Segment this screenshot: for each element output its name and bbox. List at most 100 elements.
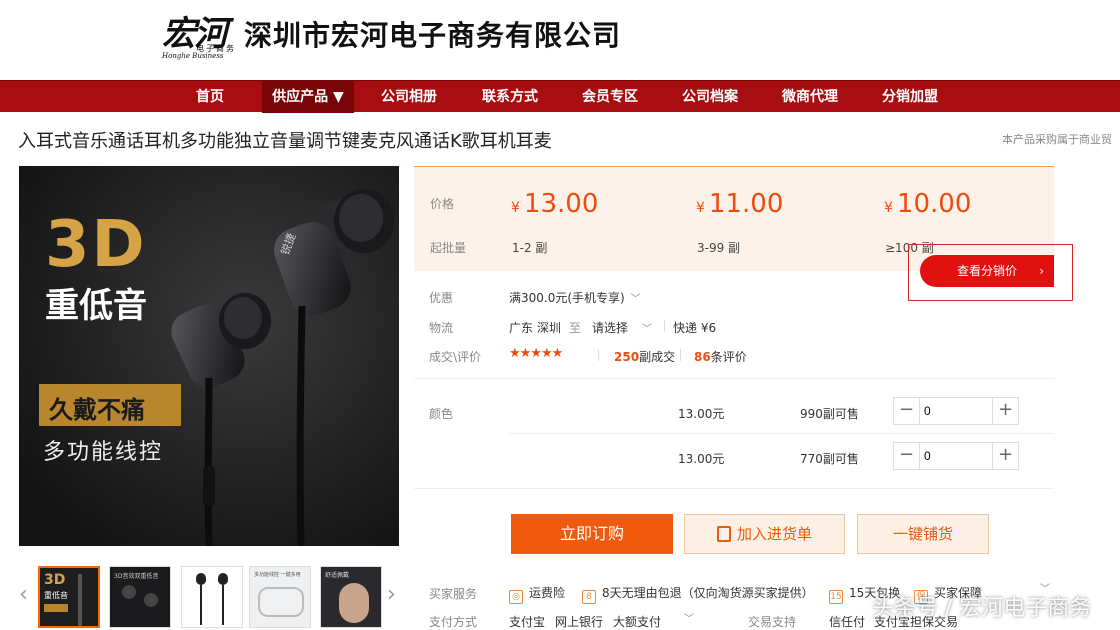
promo-value[interactable]: 满300.0元(手机专享) ﹀ — [509, 289, 641, 306]
purchase-notice: 本产品采购属于商业贸 — [1002, 133, 1112, 146]
exchange-icon: 15 — [829, 590, 843, 604]
promo-label: 优惠 — [429, 291, 454, 305]
clipboard-icon — [716, 526, 731, 542]
logistics-from: 广东 深圳 — [509, 321, 561, 335]
plus-icon[interactable]: + — [992, 398, 1018, 424]
star-icon: ★★★★★ — [509, 346, 563, 361]
price-tier-1: ¥13.00 — [511, 189, 598, 219]
service-freight-insurance: ◎ 运费险 — [509, 584, 565, 604]
product-title: 入耳式音乐通话耳机多功能独立音量调节键麦克风通话K歌耳机耳麦 — [18, 131, 552, 152]
variant-1-stock-unit: 副可售 — [822, 407, 859, 421]
image-feature: 多功能线控 — [43, 440, 164, 465]
thumb-1-badge — [44, 604, 68, 612]
trade-trust-pay: 信任付 — [829, 615, 866, 629]
nav-item-franchise[interactable]: 分销加盟 — [872, 81, 948, 113]
nav-item-home[interactable]: 首页 — [180, 81, 240, 113]
chevron-down-icon: ﹀ — [641, 324, 652, 335]
view-distributor-price-button[interactable]: 查看分销价 › — [920, 255, 1054, 287]
divider — [664, 320, 665, 332]
variant-2-quantity-input[interactable] — [924, 447, 984, 465]
image-headline: 3D — [45, 208, 147, 282]
deals-number: 250 — [614, 350, 640, 364]
price-tier-1-value: 13.00 — [523, 189, 599, 219]
one-click-distribute-button[interactable]: 一键铺货 — [857, 514, 989, 554]
nav-item-album[interactable]: 公司相册 — [372, 81, 446, 113]
thumbnail-4[interactable]: 多功能线控 一键多用 — [249, 566, 311, 628]
color-label: 颜色 — [429, 407, 454, 421]
add-to-cart-button[interactable]: 加入进货单 — [684, 514, 845, 554]
return-icon: 8 — [582, 590, 596, 604]
thumb-3-cable-2 — [222, 585, 224, 625]
variant-1-quantity-stepper: − + — [893, 397, 1019, 425]
service-return-text: 8天无理由包退（仅向淘货源买家提供） — [602, 586, 814, 600]
thumb-1-sub: 重低音 — [44, 591, 68, 600]
shield-icon: ◎ — [509, 590, 523, 604]
payment-netbank: 网上银行 — [555, 615, 604, 629]
image-badge: 久戴不痛 — [49, 396, 145, 424]
price-tier-2-value: 11.00 — [708, 189, 784, 219]
product-title-row: 入耳式音乐通话耳机多功能独立音量调节键麦克风通话K歌耳机耳麦 本产品采购属于商业… — [0, 112, 1120, 158]
chevron-down-icon[interactable]: ﹀ — [684, 610, 694, 625]
image-subheadline: 重低音 — [45, 286, 147, 326]
nav-item-members[interactable]: 会员专区 — [572, 81, 648, 113]
nav-item-agent[interactable]: 微商代理 — [772, 81, 848, 113]
variant-1-stock-num: 990 — [800, 407, 823, 421]
express-fee: 快递 ¥6 — [673, 321, 717, 335]
reviews-count[interactable]: 86条评价 — [694, 348, 747, 365]
currency-symbol: ¥ — [884, 200, 893, 216]
deals-count: 250副成交 — [614, 348, 675, 365]
logistics-label: 物流 — [429, 321, 454, 335]
thumbnail-strip: ‹ 3D 重低音 3D音效双重低音 多功能线控 一键多用 舒适佩戴 › — [19, 564, 404, 628]
product-main-image[interactable]: 3D 重低音 久戴不痛 多功能线控 锐捷 — [19, 166, 399, 546]
payment-label: 支付方式 — [429, 615, 478, 629]
logistics-to-word: 至 — [569, 321, 582, 335]
reviews-unit: 条评价 — [710, 350, 747, 364]
payment-large: 大额支付 — [613, 615, 662, 629]
thumb-4-cable — [258, 587, 304, 617]
variant-2-quantity-stepper: − + — [893, 442, 1019, 470]
chevron-right-icon: › — [1039, 264, 1044, 278]
promo-text: 满300.0元(手机专享) — [509, 291, 625, 305]
destination-select-text: 请选择 — [592, 321, 629, 335]
thumbnail-1[interactable]: 3D 重低音 — [38, 566, 100, 628]
nav-item-profile[interactable]: 公司档案 — [672, 81, 748, 113]
company-logo[interactable]: 宏河 电子商务 Honghe Business — [160, 6, 240, 62]
row-divider — [509, 433, 1054, 434]
service-freight-text: 运费险 — [529, 586, 566, 600]
thumb-3-earbud-2 — [218, 573, 228, 585]
site-header: 宏河 电子商务 Honghe Business 深圳市宏河电子商务有限公司 — [0, 0, 1120, 80]
minus-icon[interactable]: − — [894, 398, 920, 424]
payment-alipay: 支付宝 — [509, 615, 546, 629]
thumb-3-cable-1 — [200, 585, 202, 625]
variant-1-quantity-input[interactable] — [924, 402, 984, 420]
currency-symbol: ¥ — [696, 200, 705, 216]
watermark: 头条号 / 宏河电子商务 — [872, 596, 1092, 621]
section-divider — [414, 378, 1054, 379]
price-tier-3: ¥10.00 — [884, 189, 971, 219]
plus-icon[interactable]: + — [992, 443, 1018, 469]
section-divider — [414, 488, 1054, 489]
nav-item-contact[interactable]: 联系方式 — [472, 81, 548, 113]
thumb-prev-icon[interactable]: ‹ — [19, 582, 28, 607]
thumbnail-3[interactable] — [181, 566, 243, 628]
variant-2-stock: 770副可售 — [800, 450, 859, 467]
variant-2-price: 13.00元 — [678, 452, 725, 466]
add-to-cart-label: 加入进货单 — [736, 525, 812, 543]
variant-2-stock-num: 770 — [800, 452, 823, 466]
currency-symbol: ¥ — [511, 200, 520, 216]
thumb-4-text: 多功能线控 一键多用 — [254, 572, 301, 578]
thumb-next-icon[interactable]: › — [387, 582, 396, 607]
thumbnail-5[interactable]: 舒适佩戴 — [320, 566, 382, 628]
destination-select[interactable]: 请选择 ﹀ — [592, 319, 652, 336]
nav-item-products[interactable]: 供应产品 ▼ — [262, 81, 354, 113]
variant-1-stock: 990副可售 — [800, 405, 859, 422]
rating-stars: ★★★★★ — [509, 346, 563, 361]
price-tier-3-value: 10.00 — [896, 189, 972, 219]
view-distributor-price-label: 查看分销价 — [956, 264, 1017, 278]
minus-icon[interactable]: − — [894, 443, 920, 469]
thumb-5-text: 舒适佩戴 — [325, 572, 350, 579]
qty-tier-2: 3-99 副 — [697, 241, 741, 255]
order-now-button[interactable]: 立即订购 — [511, 514, 673, 554]
thumbnail-2[interactable]: 3D音效双重低音 — [109, 566, 171, 628]
thumb-5-ear — [339, 583, 369, 623]
